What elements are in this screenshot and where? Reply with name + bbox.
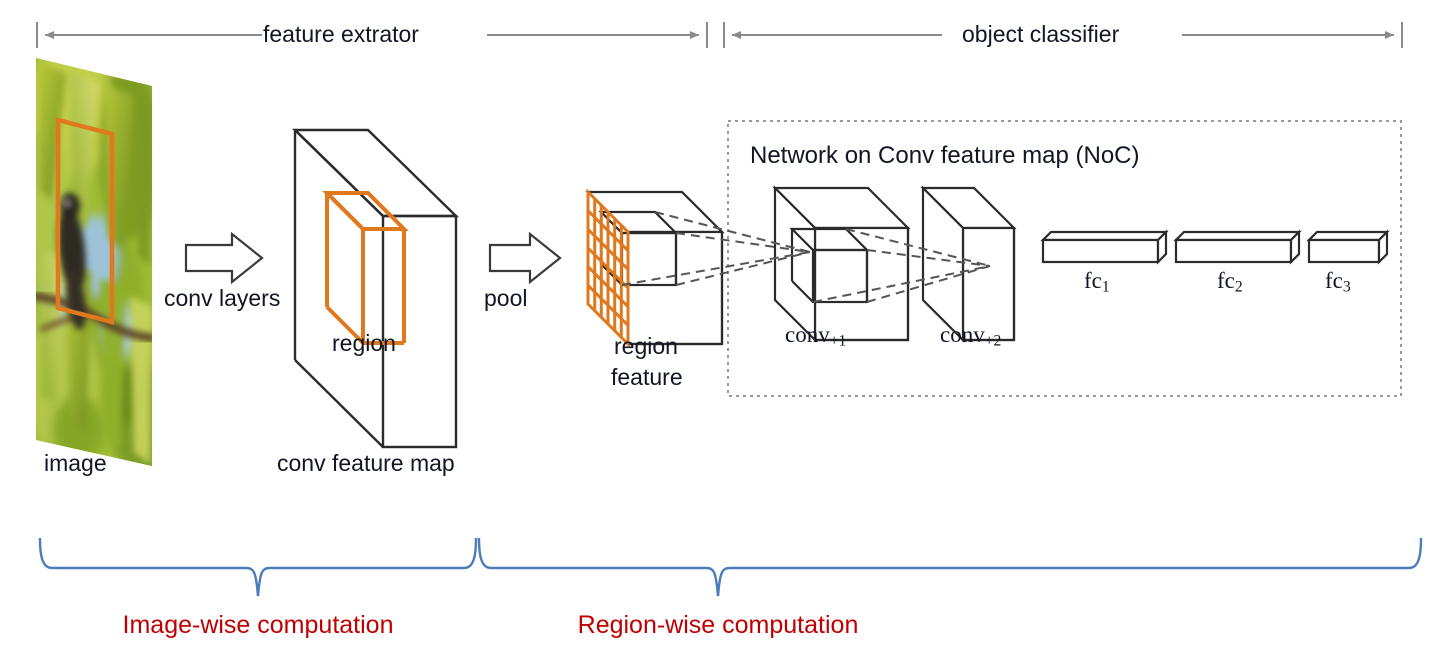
brace-label-region-wise: Region-wise computation (577, 611, 859, 639)
brace-label-image-wise: Image-wise computation (122, 611, 394, 639)
figure-canvas: image feature extrator object classifier… (0, 0, 1440, 646)
brace-region-wise (477, 537, 1423, 597)
braces-layer (38, 537, 1423, 597)
brace-image-wise (38, 537, 478, 597)
